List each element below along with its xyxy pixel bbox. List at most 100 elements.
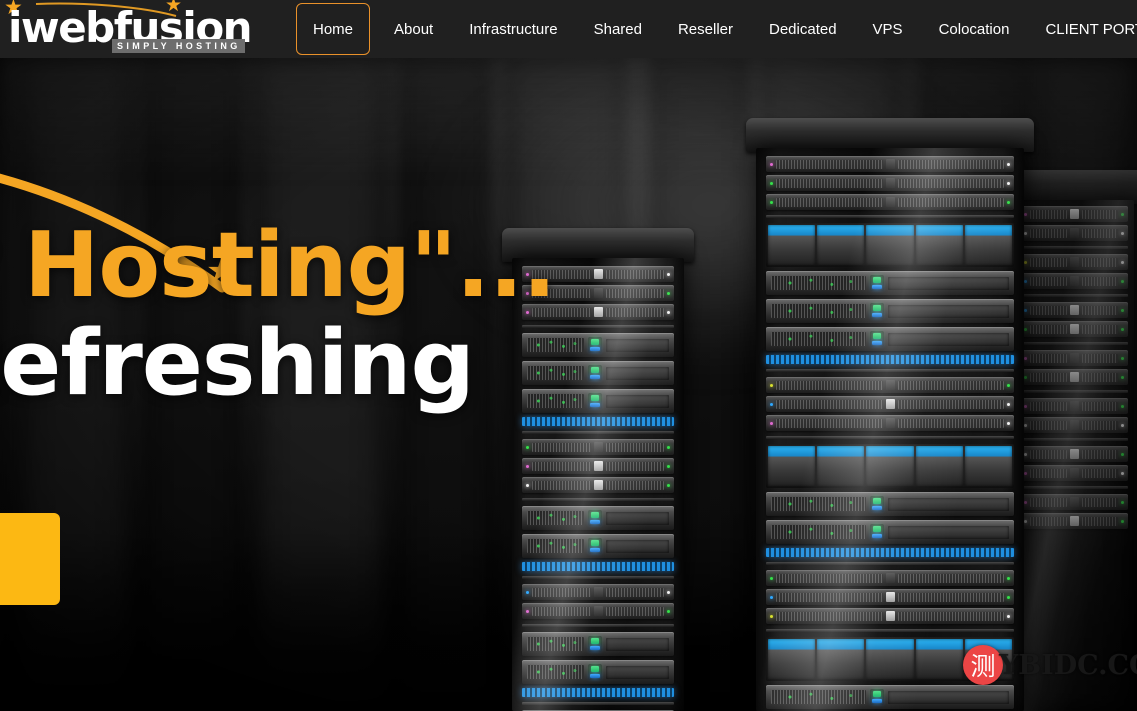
server-unit: [766, 156, 1014, 172]
drive-tray: [886, 178, 895, 188]
blade-knob: [870, 496, 884, 512]
server-unit: [1020, 273, 1128, 289]
nav-item-reseller[interactable]: Reseller: [660, 0, 751, 58]
status-led-icon: [1007, 182, 1010, 185]
unit-grille: [776, 198, 883, 207]
main-navigation: Home About Infrastructure Shared Reseller Ded…: [290, 0, 1137, 58]
blade-server: [766, 299, 1014, 323]
unit-grille: [1030, 469, 1067, 478]
unit-grille: [1082, 210, 1119, 219]
led-indicator-bar: [766, 548, 1014, 557]
rack-shelf: [1020, 438, 1128, 441]
status-led-icon: [1007, 403, 1010, 406]
nav-item-dedicated[interactable]: Dedicated: [751, 0, 855, 58]
blade-slot: [888, 277, 1009, 290]
unit-grille: [776, 179, 883, 188]
led-indicator-bar: [522, 688, 674, 697]
server-unit: [1020, 321, 1128, 337]
status-led-icon: [1024, 309, 1027, 312]
unit-grille: [1030, 258, 1067, 267]
status-led-icon: [1007, 422, 1010, 425]
server-unit: [1020, 369, 1128, 385]
server-unit: [1020, 465, 1128, 481]
drive-tray: [1070, 257, 1079, 267]
server-unit: [1020, 350, 1128, 366]
server-unit: [1020, 513, 1128, 529]
drive-bay: [817, 446, 864, 486]
unit-grille: [1082, 277, 1119, 286]
hero-headline-primary: y Hosting"...: [0, 218, 556, 314]
blade-server: [766, 520, 1014, 544]
status-led-icon: [770, 384, 773, 387]
status-led-icon: [667, 484, 670, 487]
unit-grille: [776, 160, 883, 169]
nav-item-about[interactable]: About: [376, 0, 451, 58]
rack-top-cap: [746, 118, 1034, 152]
unit-grille: [776, 400, 883, 409]
nav-item-shared[interactable]: Shared: [576, 0, 660, 58]
rack-shelf: [766, 562, 1014, 565]
blade-mesh: [771, 304, 866, 318]
server-rack-far: [1014, 170, 1134, 711]
unit-grille: [1082, 229, 1119, 238]
drive-tray: [1070, 401, 1079, 411]
status-led-icon: [667, 446, 670, 449]
status-led-icon: [1121, 213, 1124, 216]
drive-bay-cage: [766, 223, 1014, 267]
status-led-icon: [1121, 376, 1124, 379]
status-led-icon: [1024, 328, 1027, 331]
drive-tray: [1070, 516, 1079, 526]
server-unit: [766, 194, 1014, 210]
unit-grille: [776, 593, 883, 602]
blade-slot: [606, 666, 669, 679]
status-led-icon: [1024, 453, 1027, 456]
drive-bay: [866, 225, 913, 265]
nav-item-home[interactable]: Home: [296, 3, 370, 55]
nav-item-client-portal[interactable]: CLIENT PORTAL: [1027, 0, 1137, 58]
drive-bay: [916, 639, 963, 679]
status-led-icon: [1024, 261, 1027, 264]
unit-grille: [1030, 517, 1067, 526]
unit-grille: [1082, 306, 1119, 315]
drive-bay: [768, 446, 815, 486]
blade-server: [766, 271, 1014, 295]
nav-item-colocation[interactable]: Colocation: [921, 0, 1028, 58]
drive-tray: [886, 611, 895, 621]
unit-grille: [1030, 306, 1067, 315]
unit-grille: [1030, 402, 1067, 411]
blade-knob: [870, 524, 884, 540]
status-led-icon: [1121, 424, 1124, 427]
status-led-icon: [1007, 596, 1010, 599]
unit-grille: [776, 574, 883, 583]
drive-tray: [1070, 276, 1079, 286]
unit-grille: [898, 400, 1005, 409]
drive-tray: [1070, 228, 1079, 238]
status-led-icon: [1024, 405, 1027, 408]
unit-grille: [1082, 258, 1119, 267]
drive-tray: [1070, 305, 1079, 315]
site-header: ★ ★ iwebfusion SIMPLY HOSTING Home About I…: [0, 0, 1137, 58]
drive-tray: [1070, 497, 1079, 507]
unit-grille: [1030, 354, 1067, 363]
unit-grille: [1030, 229, 1067, 238]
status-led-icon: [1024, 501, 1027, 504]
blade-slot: [888, 305, 1009, 318]
hero-cta-button[interactable]: [0, 513, 60, 605]
nav-item-vps[interactable]: VPS: [855, 0, 921, 58]
server-unit: [766, 608, 1014, 624]
drive-tray: [1070, 353, 1079, 363]
status-led-icon: [1121, 472, 1124, 475]
unit-grille: [1082, 373, 1119, 382]
nav-item-infrastructure[interactable]: Infrastructure: [451, 0, 575, 58]
status-led-icon: [770, 596, 773, 599]
unit-grille: [1030, 373, 1067, 382]
status-led-icon: [1121, 453, 1124, 456]
status-led-icon: [1121, 405, 1124, 408]
status-led-icon: [1007, 577, 1010, 580]
blade-knob: [870, 303, 884, 319]
rack-shelf: [766, 436, 1014, 439]
server-unit: [766, 396, 1014, 412]
server-unit: [766, 570, 1014, 586]
drive-tray: [886, 399, 895, 409]
logo[interactable]: ★ ★ iwebfusion SIMPLY HOSTING: [0, 0, 290, 58]
